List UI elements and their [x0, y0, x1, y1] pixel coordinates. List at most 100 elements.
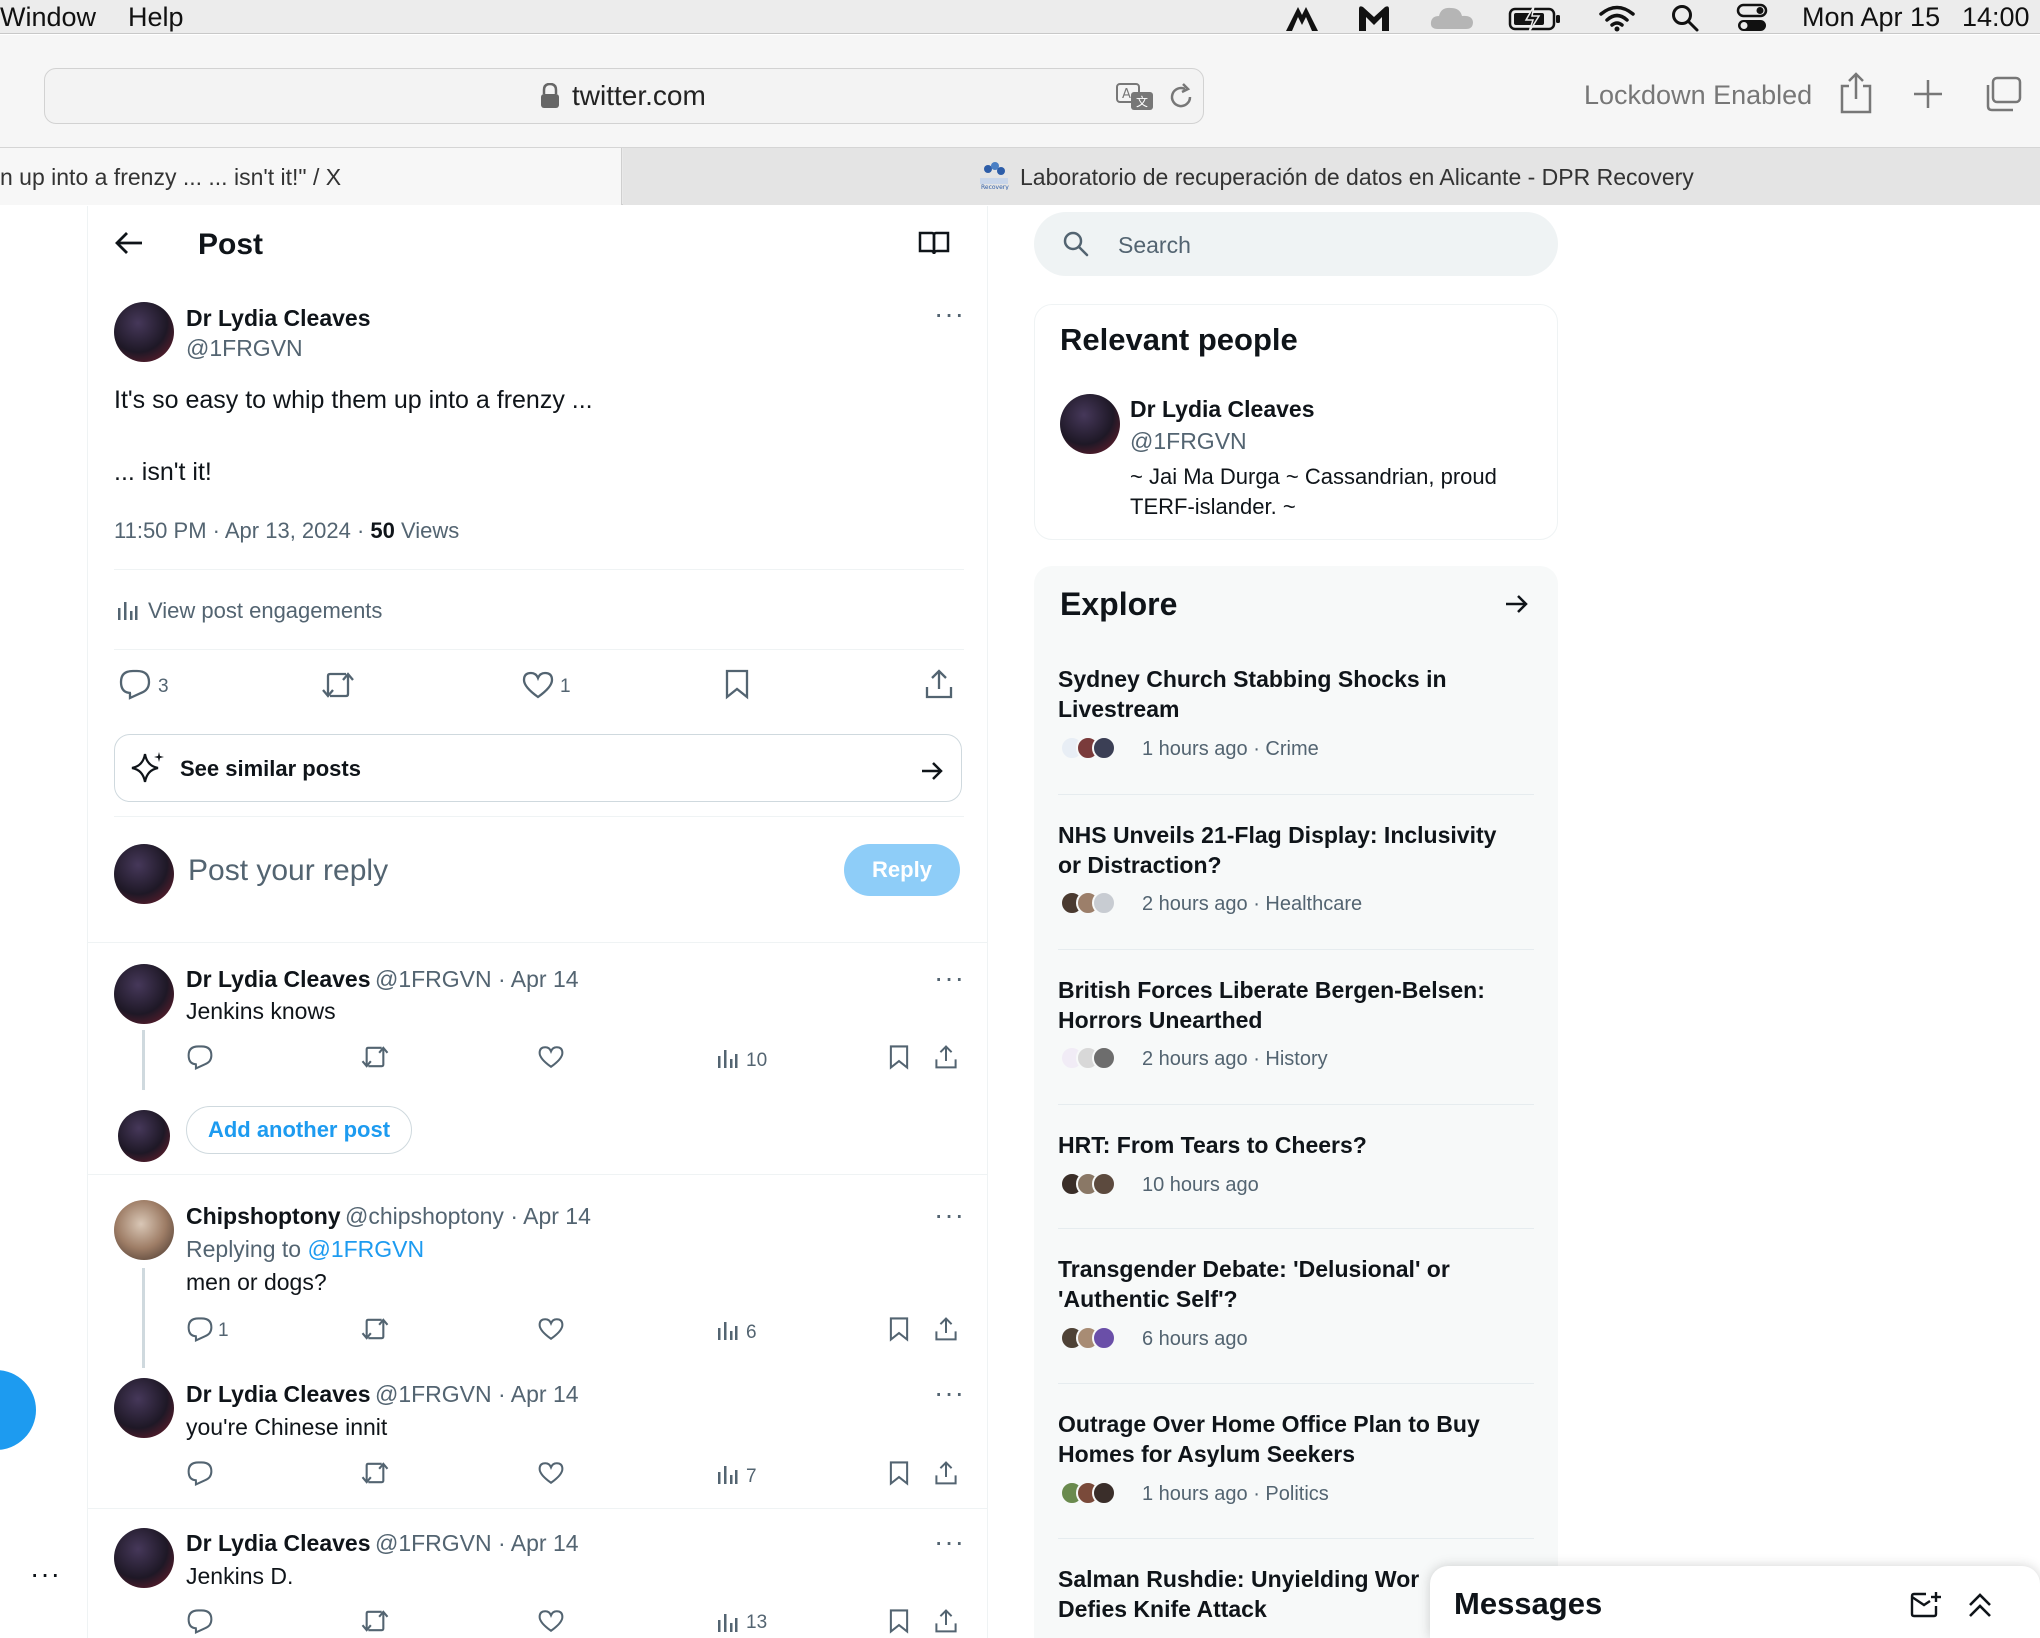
reply-author[interactable]: Dr Lydia Cleaves	[186, 1381, 371, 1407]
menu-window[interactable]: Window	[0, 2, 96, 33]
reply-avatar[interactable]	[114, 964, 174, 1024]
like-icon[interactable]	[538, 1608, 564, 1634]
add-another-post-button[interactable]: Add another post	[186, 1106, 412, 1154]
reply-icon[interactable]	[118, 668, 152, 700]
back-arrow-icon[interactable]	[114, 230, 144, 256]
share-post-icon[interactable]	[934, 1460, 958, 1486]
arrow-right-icon[interactable]	[1504, 592, 1530, 616]
reply-more-icon[interactable]: ···	[934, 1199, 965, 1231]
see-similar-label[interactable]: See similar posts	[180, 756, 361, 782]
menubar-time[interactable]: 14:00	[1962, 2, 2030, 33]
reply-handle[interactable]: @1FRGVN · Apr 14	[375, 966, 579, 992]
reply-icon[interactable]	[186, 1460, 214, 1486]
bookmark-icon[interactable]	[724, 668, 750, 700]
search-placeholder[interactable]: Search	[1118, 232, 1191, 259]
more-menu-icon[interactable]: ···	[30, 1558, 61, 1590]
messages-title[interactable]: Messages	[1454, 1586, 1602, 1622]
my-avatar[interactable]	[114, 844, 174, 904]
menubar-date[interactable]: Mon Apr 15	[1802, 2, 1940, 33]
trend-title-line1[interactable]: British Forces Liberate Bergen-Belsen:	[1058, 975, 1538, 1005]
reply-author[interactable]: Dr Lydia Cleaves	[186, 966, 371, 992]
reply-icon[interactable]	[186, 1316, 214, 1342]
reply-author[interactable]: Dr Lydia Cleaves	[186, 1530, 371, 1556]
share-post-icon[interactable]	[934, 1316, 958, 1342]
trend-title-line1[interactable]: Transgender Debate: 'Delusional' or	[1058, 1254, 1538, 1284]
reply-more-icon[interactable]: ···	[934, 962, 965, 994]
bookmark-icon[interactable]	[888, 1608, 910, 1634]
trend-title-line2[interactable]: Homes for Asylum Seekers	[1058, 1439, 1538, 1469]
reply-avatar[interactable]	[114, 1528, 174, 1588]
share-icon[interactable]	[1838, 72, 1874, 114]
bookmark-icon[interactable]	[888, 1460, 910, 1486]
reader-mode-icon[interactable]	[918, 230, 950, 256]
like-icon[interactable]	[538, 1460, 564, 1486]
reply-icon[interactable]	[186, 1608, 214, 1634]
reply-avatar[interactable]	[114, 1200, 174, 1260]
repost-icon[interactable]	[360, 1316, 390, 1342]
translate-icon[interactable]: A文	[1116, 82, 1156, 112]
author-name[interactable]: Dr Lydia Cleaves	[186, 305, 371, 332]
view-engagements-link[interactable]: View post engagements	[148, 598, 382, 624]
trend-title-line2[interactable]: or Distraction?	[1058, 850, 1538, 880]
views-icon[interactable]	[716, 1318, 738, 1342]
menu-help[interactable]: Help	[128, 2, 184, 33]
person-name[interactable]: Dr Lydia Cleaves	[1130, 396, 1315, 423]
new-message-icon[interactable]	[1910, 1590, 1942, 1620]
bookmark-icon[interactable]	[888, 1316, 910, 1342]
reply-input[interactable]: Post your reply	[188, 854, 388, 888]
like-icon[interactable]	[522, 670, 554, 700]
search-input[interactable]	[1034, 212, 1558, 276]
trend-title-line1[interactable]: HRT: From Tears to Cheers?	[1058, 1130, 1538, 1160]
bookmark-icon[interactable]	[888, 1044, 910, 1070]
views-icon[interactable]	[716, 1046, 738, 1070]
reply-handle[interactable]: @1FRGVN · Apr 14	[375, 1530, 579, 1556]
like-icon[interactable]	[538, 1044, 564, 1070]
malwarebytes-icon[interactable]	[1356, 3, 1392, 33]
mountain-app-icon[interactable]	[1284, 3, 1320, 33]
tab-overview-icon[interactable]	[1984, 76, 2022, 112]
reply-icon[interactable]	[186, 1044, 214, 1070]
battery-charging-icon[interactable]	[1508, 3, 1562, 33]
views-icon[interactable]	[716, 1462, 738, 1486]
new-tab-plus-icon[interactable]	[1912, 78, 1944, 110]
repost-icon[interactable]	[360, 1608, 390, 1634]
share-post-icon[interactable]	[924, 668, 954, 700]
repost-icon[interactable]	[320, 670, 356, 700]
repost-icon[interactable]	[360, 1044, 390, 1070]
like-icon[interactable]	[538, 1316, 564, 1342]
reply-author[interactable]: Chipshoptony	[186, 1203, 341, 1229]
spotlight-search-icon[interactable]	[1670, 3, 1700, 33]
reply-avatar[interactable]	[114, 1378, 174, 1438]
cloud-icon[interactable]	[1428, 3, 1476, 33]
trend-title-line2[interactable]: Horrors Unearthed	[1058, 1005, 1538, 1035]
trend-title-line1[interactable]: Sydney Church Stabbing Shocks in	[1058, 664, 1538, 694]
control-center-icon[interactable]	[1736, 3, 1768, 33]
repost-icon[interactable]	[360, 1460, 390, 1486]
trend-title-line2[interactable]: 'Authentic Self'?	[1058, 1284, 1538, 1314]
trend-title-line1[interactable]: NHS Unveils 21-Flag Display: Inclusivity	[1058, 820, 1538, 850]
views-icon[interactable]	[716, 1610, 738, 1634]
author-avatar[interactable]	[114, 302, 174, 362]
url-text[interactable]: twitter.com	[572, 80, 706, 112]
share-post-icon[interactable]	[934, 1608, 958, 1634]
my-avatar-small[interactable]	[118, 1110, 170, 1162]
lockdown-label[interactable]: Lockdown Enabled	[1584, 80, 1812, 111]
author-handle[interactable]: @1FRGVN	[186, 335, 303, 362]
tab-title-dpr[interactable]: Laboratorio de recuperación de datos en …	[1020, 164, 1694, 191]
reload-icon[interactable]	[1166, 82, 1196, 112]
share-post-icon[interactable]	[934, 1044, 958, 1070]
person-handle[interactable]: @1FRGVN	[1130, 428, 1247, 455]
trend-title-line2[interactable]: Livestream	[1058, 694, 1538, 724]
chevron-up-double-icon[interactable]	[1966, 1590, 1994, 1620]
trend-title-line1[interactable]: Outrage Over Home Office Plan to Buy	[1058, 1409, 1538, 1439]
reply-more-icon[interactable]: ···	[934, 1377, 965, 1409]
post-more-icon[interactable]: ···	[934, 298, 965, 330]
tab-title-post[interactable]: n up into a frenzy ... ... isn't it!" / …	[0, 164, 341, 191]
reply-handle[interactable]: @chipshoptony · Apr 14	[345, 1203, 591, 1229]
reply-handle[interactable]: @1FRGVN · Apr 14	[375, 1381, 579, 1407]
reply-button[interactable]: Reply	[844, 844, 960, 896]
wifi-icon[interactable]	[1598, 3, 1636, 33]
post-timestamp[interactable]: 11:50 PM · Apr 13, 2024 ·	[114, 518, 370, 543]
reply-more-icon[interactable]: ···	[934, 1526, 965, 1558]
person-avatar[interactable]	[1060, 394, 1120, 454]
